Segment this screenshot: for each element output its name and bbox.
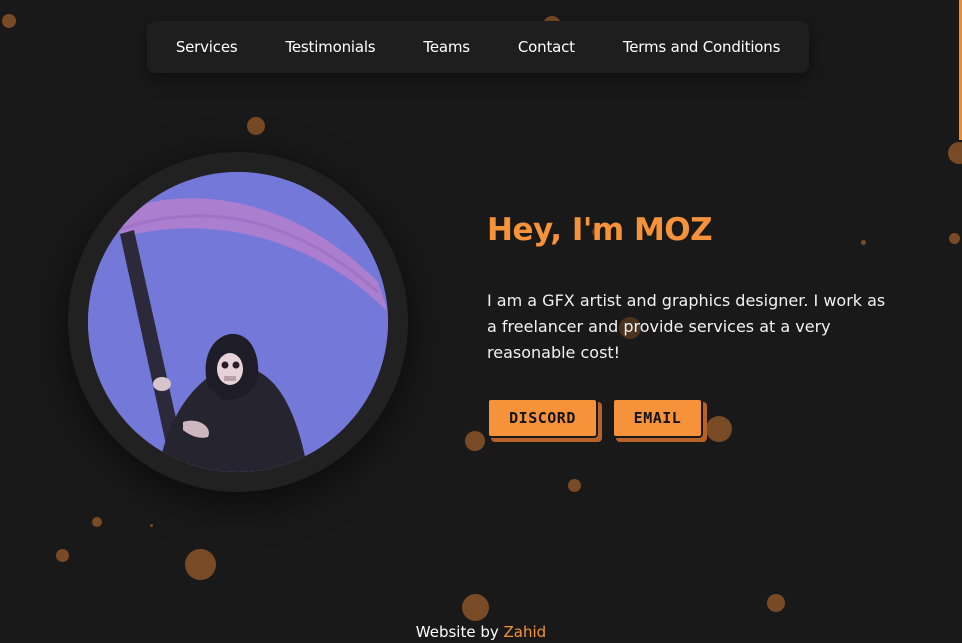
discord-button[interactable]: DISCORD — [487, 398, 598, 438]
particle — [948, 142, 962, 164]
particle — [465, 431, 485, 451]
particle — [568, 479, 581, 492]
hero-title: Hey, I'm MOZ — [487, 212, 713, 248]
particle — [949, 233, 960, 244]
particle — [185, 549, 216, 580]
nav-link-terms[interactable]: Terms and Conditions — [623, 38, 781, 56]
footer-prefix: Website by — [415, 623, 499, 641]
particle — [767, 594, 785, 612]
footer-credit: Website by Zahid — [0, 623, 962, 641]
footer-author-link[interactable]: Zahid — [504, 623, 547, 641]
email-button[interactable]: EMAIL — [612, 398, 703, 438]
top-navigation: Services Testimonials Teams Contact Term… — [147, 21, 809, 73]
particle — [706, 416, 732, 442]
particle — [56, 549, 69, 562]
particle — [2, 14, 16, 28]
grim-reaper-avatar — [88, 172, 388, 472]
nav-link-testimonials[interactable]: Testimonials — [285, 38, 375, 56]
nav-link-teams[interactable]: Teams — [423, 38, 470, 56]
nav-link-contact[interactable]: Contact — [518, 38, 575, 56]
particle — [247, 117, 265, 135]
particle — [92, 517, 102, 527]
particle — [462, 594, 489, 621]
page: Services Testimonials Teams Contact Term… — [0, 0, 962, 643]
nav-link-services[interactable]: Services — [176, 38, 238, 56]
particle — [861, 240, 866, 245]
hero-description: I am a GFX artist and graphics designer.… — [487, 291, 886, 362]
particle — [150, 524, 153, 527]
grim-reaper-icon — [88, 172, 388, 472]
